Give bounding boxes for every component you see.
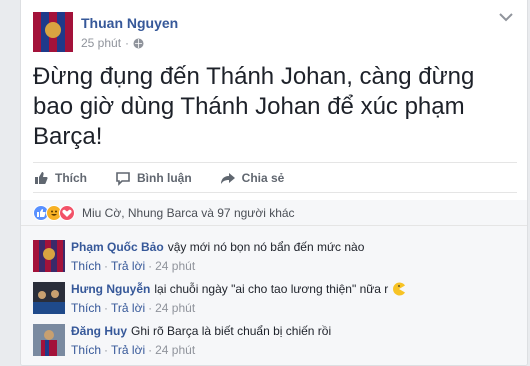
comment-like-link[interactable]: Thích xyxy=(71,259,101,273)
share-icon xyxy=(220,170,236,186)
comments-section: Phạm Quốc Bảo vậy mới nó bọn nó bẩn đến … xyxy=(21,226,527,365)
comment-reply-link[interactable]: Trả lời xyxy=(111,259,145,273)
separator: · xyxy=(104,301,109,315)
avatar[interactable] xyxy=(33,282,65,314)
comment-text: lại chuỗi ngày "ai cho tao lương thiện" … xyxy=(154,282,389,296)
comment-body: Hưng Nguyễn lại chuỗi ngày "ai cho tao l… xyxy=(71,282,406,296)
post-actions: Thích Bình luận Chia sẻ xyxy=(33,162,517,193)
comment-time[interactable]: 24 phút xyxy=(155,259,195,273)
like-button[interactable]: Thích xyxy=(33,170,87,186)
reaction-icons[interactable] xyxy=(33,204,75,221)
post-meta: 25 phút · xyxy=(81,36,144,50)
comment-like-link[interactable]: Thích xyxy=(71,301,101,315)
post-author[interactable]: Thuan Nguyen xyxy=(81,15,178,31)
comment-author[interactable]: Phạm Quốc Bảo xyxy=(71,240,164,254)
meta-separator: · xyxy=(125,36,130,50)
reactions-summary[interactable]: Miu Cờ, Nhung Barca và 97 người khác xyxy=(82,206,295,220)
comment-like-link[interactable]: Thích xyxy=(71,343,101,357)
comment-body: Phạm Quốc Bảo vậy mới nó bọn nó bẩn đến … xyxy=(71,240,364,254)
separator: · xyxy=(148,259,153,273)
separator: · xyxy=(148,343,153,357)
comment-actions: Thích · Trả lời · 24 phút xyxy=(71,259,195,273)
comment-icon xyxy=(115,170,131,186)
comment-item: Hưng Nguyễn lại chuỗi ngày "ai cho tao l… xyxy=(33,280,517,320)
thumbs-up-icon xyxy=(33,170,49,186)
comment-reply-link[interactable]: Trả lời xyxy=(111,343,145,357)
pacman-emoji-icon xyxy=(392,282,406,296)
avatar[interactable] xyxy=(33,324,65,356)
globe-icon xyxy=(133,38,144,49)
share-button[interactable]: Chia sẻ xyxy=(220,170,285,186)
separator: · xyxy=(148,301,153,315)
reactions-bar[interactable]: Miu Cờ, Nhung Barca và 97 người khác xyxy=(21,200,527,226)
comment-text: Ghi rõ Barça là biết chuẩn bị chiến rồi xyxy=(131,324,332,338)
comment-body: Đăng Huy Ghi rõ Barça là biết chuẩn bị c… xyxy=(71,324,331,338)
avatar[interactable] xyxy=(33,12,73,52)
share-label: Chia sẻ xyxy=(241,170,285,185)
comment-item: Đăng Huy Ghi rõ Barça là biết chuẩn bị c… xyxy=(33,322,517,362)
comment-actions: Thích · Trả lời · 24 phút xyxy=(71,343,195,357)
comment-author[interactable]: Hưng Nguyễn xyxy=(71,282,150,296)
comment-actions: Thích · Trả lời · 24 phút xyxy=(71,301,195,315)
separator: · xyxy=(104,343,109,357)
chevron-down-icon[interactable] xyxy=(499,12,513,22)
comment-time[interactable]: 24 phút xyxy=(155,343,195,357)
post-text: Đừng đụng đến Thánh Johan, càng đừng bao… xyxy=(33,63,475,150)
post-time[interactable]: 25 phút xyxy=(81,36,121,50)
separator: · xyxy=(104,259,109,273)
comment-button[interactable]: Bình luận xyxy=(115,170,192,186)
like-label: Thích xyxy=(55,170,87,185)
love-icon xyxy=(59,204,75,221)
comment-author[interactable]: Đăng Huy xyxy=(71,324,127,338)
comment-time[interactable]: 24 phút xyxy=(155,301,195,315)
post-card: Thuan Nguyen 25 phút · Đừng đụng đến Thá… xyxy=(20,0,528,366)
comment-reply-link[interactable]: Trả lời xyxy=(111,301,145,315)
comment-text: vậy mới nó bọn nó bẩn đến mức nào xyxy=(167,240,365,254)
comment-label: Bình luận xyxy=(137,170,192,185)
comment-item: Phạm Quốc Bảo vậy mới nó bọn nó bẩn đến … xyxy=(33,238,517,278)
avatar[interactable] xyxy=(33,240,65,272)
